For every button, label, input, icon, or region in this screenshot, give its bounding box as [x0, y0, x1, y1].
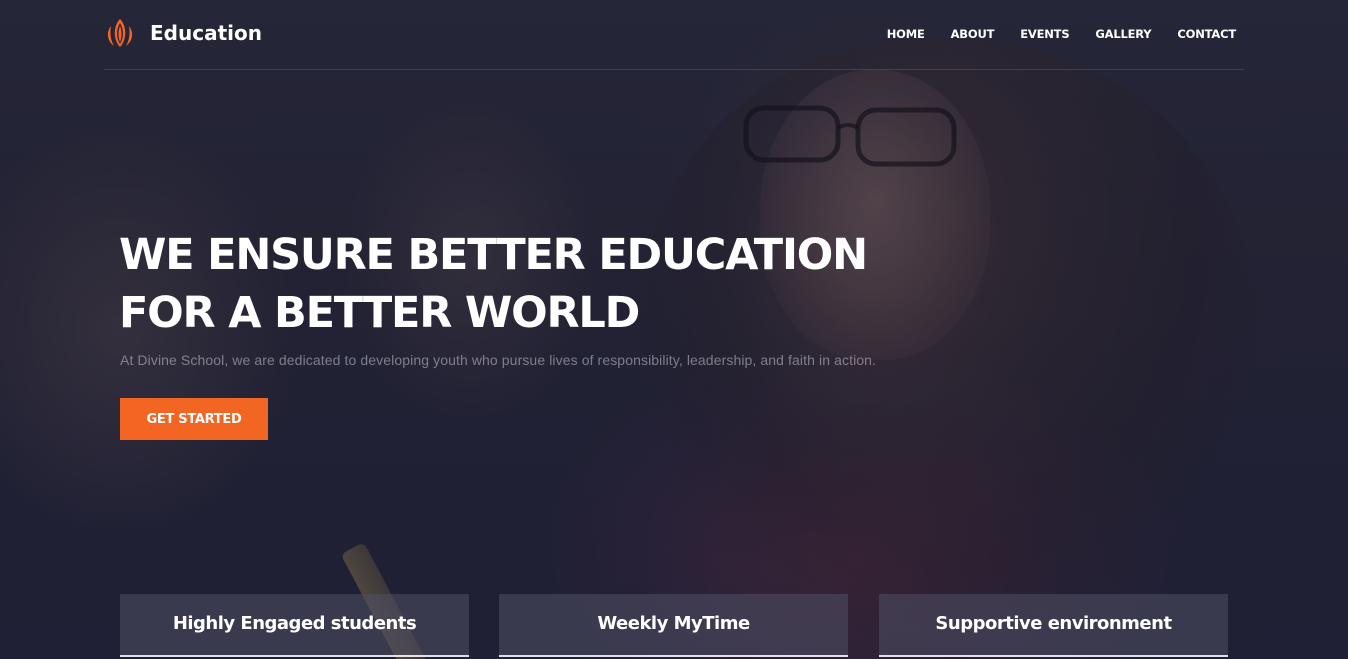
nav-contact[interactable]: CONTACT — [1177, 27, 1236, 41]
hero-section: Education HOME ABOUT EVENTS GALLERY CONT… — [0, 0, 1348, 659]
get-started-button[interactable]: GET STARTED — [120, 398, 268, 440]
hero-title-line-2: FOR A BETTER WORLD — [119, 288, 640, 338]
feature-card-supportive-environment[interactable]: Supportive environment — [879, 594, 1228, 657]
site-header: Education HOME ABOUT EVENTS GALLERY CONT… — [104, 0, 1244, 70]
brand-logo[interactable]: Education — [104, 17, 262, 49]
hero-title-line-1: WE ENSURE BETTER EDUCATION — [119, 230, 868, 280]
feature-cards: Highly Engaged students Weekly MyTime Su… — [120, 594, 1230, 659]
feature-card-engaged-students[interactable]: Highly Engaged students — [120, 594, 469, 657]
feature-title: Supportive environment — [935, 612, 1172, 634]
feature-card-weekly-mytime[interactable]: Weekly MyTime — [499, 594, 848, 657]
nav-events[interactable]: EVENTS — [1020, 27, 1069, 41]
nav-about[interactable]: ABOUT — [951, 27, 995, 41]
hero-subtitle: At Divine School, we are dedicated to de… — [120, 352, 877, 368]
hero-title: WE ENSURE BETTER EDUCATION FOR A BETTER … — [119, 226, 939, 342]
main-nav: HOME ABOUT EVENTS GALLERY CONTACT — [887, 27, 1236, 41]
brand-name: Education — [150, 21, 262, 45]
flame-logo-icon — [107, 19, 133, 47]
nav-home[interactable]: HOME — [887, 27, 925, 41]
nav-gallery[interactable]: GALLERY — [1095, 27, 1151, 41]
feature-title: Highly Engaged students — [172, 612, 417, 634]
feature-title: Weekly MyTime — [597, 612, 750, 634]
